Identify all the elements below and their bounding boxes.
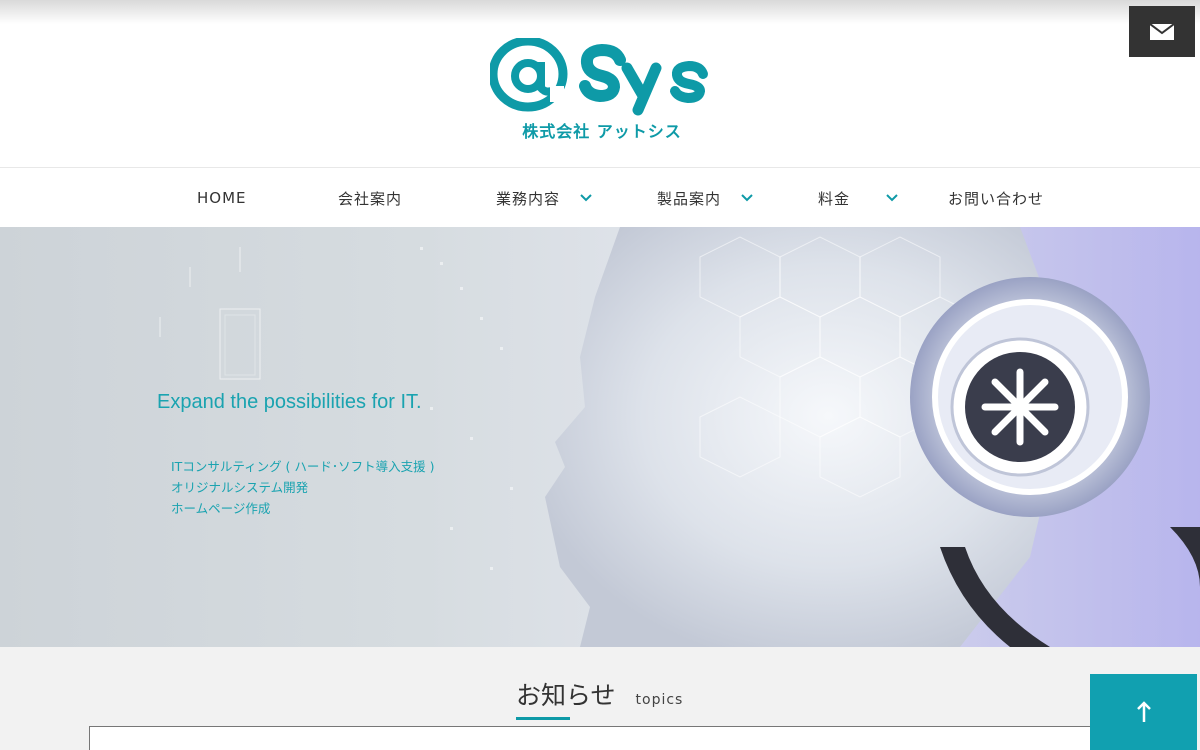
- nav-item-services[interactable]: 業務内容: [496, 168, 592, 228]
- chevron-down-icon: [886, 194, 898, 202]
- service-item: ホームページ作成: [171, 501, 271, 516]
- chevron-down-icon: [741, 194, 753, 202]
- mail-button[interactable]: [1129, 6, 1195, 57]
- company-name: 株式会社 アットシス: [522, 122, 682, 141]
- nav-item-label: HOME: [197, 189, 247, 207]
- nav-item-label: お問い合わせ: [948, 189, 1045, 208]
- service-item: オリジナルシステム開発: [171, 480, 309, 495]
- hero-services-list: ITコンサルティング ( ハード･ソフト導入支援 ) オリジナルシステム開発 ホ…: [171, 456, 435, 519]
- nav-item-label: 料金: [818, 189, 851, 208]
- mail-icon: [1150, 23, 1174, 40]
- header-shadow: [0, 0, 1200, 24]
- logo-mark: [490, 38, 708, 116]
- topics-heading: お知らせ topics: [516, 676, 684, 720]
- site-logo[interactable]: 株式会社 アットシス: [490, 38, 714, 148]
- hero-tagline: Expand the possibilities for IT.: [157, 391, 422, 413]
- nav-item-pricing[interactable]: 料金: [818, 168, 898, 228]
- nav-item-contact[interactable]: お問い合わせ: [948, 168, 1044, 228]
- nav-item-company[interactable]: 会社案内: [338, 168, 402, 228]
- site-header: 株式会社 アットシス: [0, 0, 1200, 167]
- chevron-down-icon: [580, 194, 592, 202]
- main-nav: HOME 会社案内 業務内容 製品案内 料金 お問い合わせ: [0, 167, 1200, 227]
- nav-item-products[interactable]: 製品案内: [657, 168, 753, 228]
- topics-title-jp: お知らせ: [516, 676, 616, 720]
- arrow-up-icon: [1136, 701, 1151, 722]
- hero-robot-image: [159, 227, 1200, 647]
- nav-item-home[interactable]: HOME: [197, 168, 247, 228]
- topics-title-en: topics: [635, 692, 684, 708]
- topics-list-box: [89, 726, 1111, 750]
- nav-item-label: 会社案内: [338, 189, 403, 208]
- hero-banner: Expand the possibilities for IT. ITコンサルテ…: [0, 227, 1200, 647]
- nav-item-label: 業務内容: [496, 189, 561, 208]
- back-to-top-button[interactable]: [1090, 674, 1197, 750]
- nav-item-label: 製品案内: [657, 189, 722, 208]
- service-item: ITコンサルティング ( ハード･ソフト導入支援 ): [171, 459, 435, 474]
